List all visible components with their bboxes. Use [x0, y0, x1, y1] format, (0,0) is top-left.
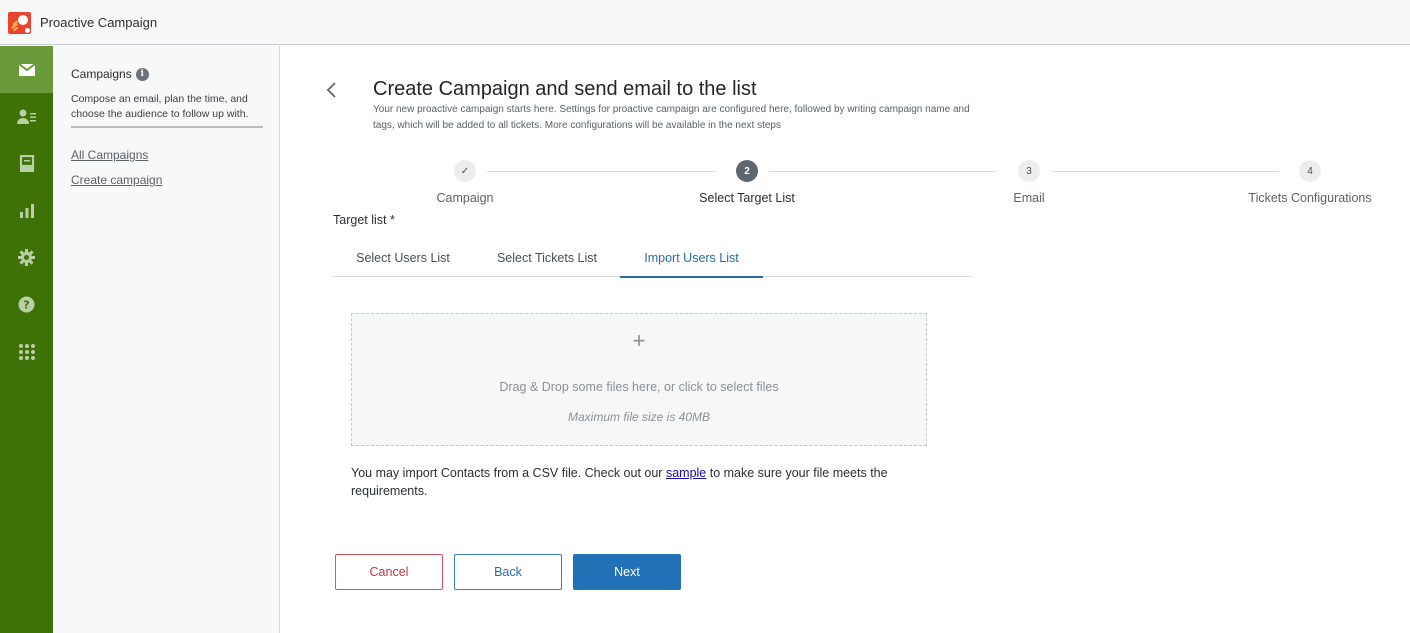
dropzone-max-size: Maximum file size is 40MB [567, 410, 711, 424]
grid-dots-icon [18, 343, 35, 360]
rail-item-email[interactable] [0, 46, 53, 93]
rail-item-apps[interactable] [0, 328, 53, 375]
step-2-label: Select Target List [699, 191, 795, 205]
back-button[interactable]: Back [454, 554, 562, 590]
subnav-title: Campaigns i [71, 67, 149, 81]
tab-select-tickets-list[interactable]: Select Tickets List [477, 239, 617, 277]
sample-link[interactable]: sample [666, 466, 706, 480]
info-icon[interactable]: i [135, 67, 149, 81]
back-chevron-icon[interactable] [324, 80, 340, 100]
step-3-label: Email [1013, 191, 1045, 205]
main-content: Create Campaign and send email to the li… [281, 46, 1410, 633]
target-list-tabs: Select Users List Select Tickets List Im… [333, 239, 973, 278]
inbox-tray-icon [19, 154, 34, 172]
step-connector [769, 171, 997, 172]
subnav-description: Compose an email, plan the time, and cho… [71, 93, 249, 120]
step-4-label: Tickets Configurations [1248, 191, 1372, 205]
next-button[interactable]: Next [573, 554, 681, 590]
subnav-divider [71, 126, 263, 128]
tab-import-users-list[interactable]: Import Users List [620, 239, 763, 278]
import-note: You may import Contacts from a CSV file.… [351, 464, 911, 500]
all-campaigns-link[interactable]: All Campaigns [71, 148, 148, 162]
plus-icon: + [632, 328, 646, 353]
tab-select-users-list[interactable]: Select Users List [333, 239, 473, 277]
create-campaign-link[interactable]: Create campaign [71, 173, 162, 187]
step-4-circle: 4 [1299, 160, 1321, 182]
bar-chart-icon [19, 203, 34, 218]
cancel-button[interactable]: Cancel [335, 554, 443, 590]
step-2-circle[interactable]: 2 [736, 160, 758, 182]
rail-item-tickets[interactable] [0, 140, 53, 187]
subnav-title-text: Campaigns [71, 67, 132, 81]
dropzone-instructions: Drag & Drop some files here, or click to… [499, 380, 779, 394]
svg-text:?: ? [23, 299, 29, 312]
step-3-circle: 3 [1018, 160, 1040, 182]
rail-item-contacts[interactable] [0, 93, 53, 140]
contact-list-icon [16, 109, 36, 124]
envelope-icon [17, 62, 36, 76]
top-bar: Proactive Campaign [0, 0, 1410, 45]
page-description: Your new proactive campaign starts here.… [373, 104, 970, 131]
step-1-label: Campaign [436, 191, 494, 205]
file-dropzone[interactable]: + Drag & Drop some files here, or click … [351, 313, 927, 446]
step-connector [1051, 171, 1279, 172]
question-circle-icon: ? [18, 296, 35, 313]
import-note-text: You may import Contacts from a CSV file.… [351, 466, 666, 480]
step-connector [487, 171, 715, 172]
rail-item-help[interactable]: ? [0, 281, 53, 328]
rail-item-settings[interactable] [0, 234, 53, 281]
rail-item-reports[interactable] [0, 187, 53, 234]
campaigns-subnav: Campaigns i Compose an email, plan the t… [53, 46, 280, 633]
page-title: Create Campaign and send email to the li… [373, 78, 757, 100]
gear-icon [18, 249, 35, 266]
app-title: Proactive Campaign [40, 15, 158, 30]
stepper: ✓ 2 3 4 Campaign Select Target List Emai… [281, 158, 1410, 208]
icon-rail: ? [0, 46, 53, 633]
target-list-label: Target list * [333, 213, 395, 227]
checkmark-icon: ✓ [460, 165, 470, 177]
app-logo-icon [8, 12, 31, 34]
step-1-circle[interactable]: ✓ [454, 160, 476, 182]
